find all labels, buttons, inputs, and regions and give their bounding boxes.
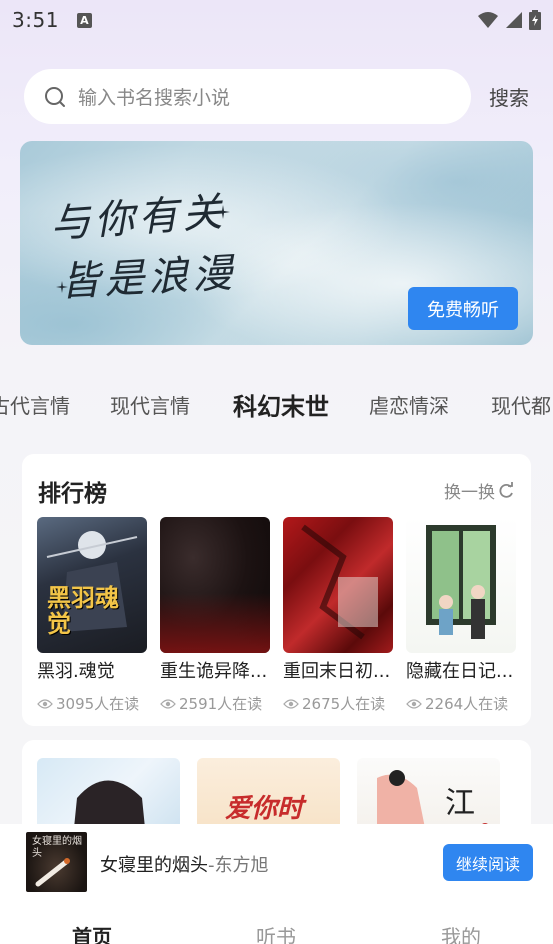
wifi-icon bbox=[478, 12, 498, 28]
nav-profile[interactable]: 我的 bbox=[421, 921, 501, 944]
nav-home[interactable]: 首页 bbox=[52, 921, 132, 944]
search-row: 输入书名搜索小说 搜索 bbox=[24, 69, 534, 124]
eye-icon bbox=[283, 698, 299, 709]
book-title: 重生诡异降... bbox=[160, 661, 268, 682]
banner-line1: 与你有关 bbox=[48, 189, 228, 248]
cover-art bbox=[426, 525, 496, 639]
refresh-button[interactable]: 换一换 bbox=[444, 478, 515, 503]
ranking-title: 排行榜 bbox=[38, 481, 107, 507]
tab-category[interactable]: 现代都 bbox=[491, 390, 551, 419]
search-placeholder: 输入书名搜索小说 bbox=[78, 87, 231, 109]
eye-icon bbox=[37, 698, 53, 709]
signal-icon bbox=[506, 12, 522, 28]
bottom-nav: 首页 听书 我的 bbox=[0, 899, 553, 944]
readers-count: 2264人在读 bbox=[425, 695, 509, 713]
banner-calligraphy: 与你有关 皆是浪漫 bbox=[49, 185, 237, 305]
search-icon bbox=[45, 86, 65, 107]
banner[interactable]: 与你有关 皆是浪漫 免费畅听 bbox=[20, 141, 533, 345]
now-reading-bar[interactable]: 女寝里的烟头 女寝里的烟头-东方旭 继续阅读 bbox=[0, 824, 553, 899]
search-input[interactable]: 输入书名搜索小说 bbox=[24, 69, 471, 124]
nav-listen[interactable]: 听书 bbox=[236, 921, 316, 944]
free-listen-button[interactable]: 免费畅听 bbox=[408, 287, 518, 330]
tab-category-active[interactable]: 科幻末世 bbox=[233, 387, 329, 422]
book-readers: 2675人在读 bbox=[283, 693, 393, 714]
book-readers: 2591人在读 bbox=[160, 693, 270, 714]
reading-book-title: 女寝里的烟头 bbox=[100, 855, 208, 876]
sparkle-icon bbox=[56, 281, 68, 293]
book-item[interactable]: 重回末日初... 2675人在读 bbox=[283, 517, 393, 714]
cover-art bbox=[301, 524, 378, 640]
tab-category[interactable]: 古代言情 bbox=[0, 390, 70, 419]
book-cover bbox=[283, 517, 393, 653]
book-cover: 黑羽魂觉 bbox=[37, 517, 147, 653]
reading-title: 女寝里的烟头-东方旭 bbox=[100, 851, 269, 877]
book-readers: 2264人在读 bbox=[406, 693, 516, 714]
book-item[interactable]: 黑羽魂觉 黑羽.魂觉 3095人在读 bbox=[37, 517, 147, 714]
battery-icon bbox=[529, 10, 541, 30]
notification-icon: A bbox=[76, 12, 92, 28]
book-title: 重回末日初... bbox=[283, 661, 391, 682]
refresh-label: 换一换 bbox=[444, 483, 495, 503]
status-time: 3:51 bbox=[12, 8, 59, 32]
category-tabs: 古代言情 现代言情 科幻末世 虐恋情深 现代都 bbox=[0, 380, 553, 430]
search-button[interactable]: 搜索 bbox=[489, 82, 529, 111]
reading-author: -东方旭 bbox=[208, 855, 269, 876]
readers-count: 2675人在读 bbox=[302, 695, 386, 713]
eye-icon bbox=[406, 698, 422, 709]
book-cover bbox=[160, 517, 270, 653]
continue-reading-button[interactable]: 继续阅读 bbox=[443, 844, 533, 881]
status-icons bbox=[477, 10, 541, 30]
cover-title: 爱你时 bbox=[225, 794, 304, 824]
book-title: 隐藏在日记... bbox=[406, 661, 514, 682]
book-title: 黑羽.魂觉 bbox=[37, 661, 115, 682]
sparkle-icon bbox=[216, 205, 230, 219]
book-readers: 3095人在读 bbox=[37, 693, 147, 714]
ranking-card: 排行榜 换一换 黑羽魂觉 黑羽.魂觉 3095人在读 重生诡异降... 2591… bbox=[22, 454, 531, 726]
refresh-icon bbox=[499, 481, 513, 498]
book-cover bbox=[406, 517, 516, 653]
readers-count: 3095人在读 bbox=[56, 695, 140, 713]
status-bar: 3:51 A bbox=[0, 0, 553, 40]
svg-text:江: 江 bbox=[445, 786, 475, 821]
tab-category[interactable]: 虐恋情深 bbox=[369, 390, 449, 419]
cover-title: 黑羽魂觉 bbox=[47, 584, 119, 638]
readers-count: 2591人在读 bbox=[179, 695, 263, 713]
cigarette-art bbox=[35, 858, 70, 887]
banner-line2: 皆是浪漫 bbox=[59, 250, 238, 306]
reading-cover: 女寝里的烟头 bbox=[26, 832, 87, 892]
eye-icon bbox=[160, 698, 176, 709]
tab-category[interactable]: 现代言情 bbox=[110, 390, 190, 419]
book-item[interactable]: 隐藏在日记... 2264人在读 bbox=[406, 517, 516, 714]
book-item[interactable]: 重生诡异降... 2591人在读 bbox=[160, 517, 270, 714]
